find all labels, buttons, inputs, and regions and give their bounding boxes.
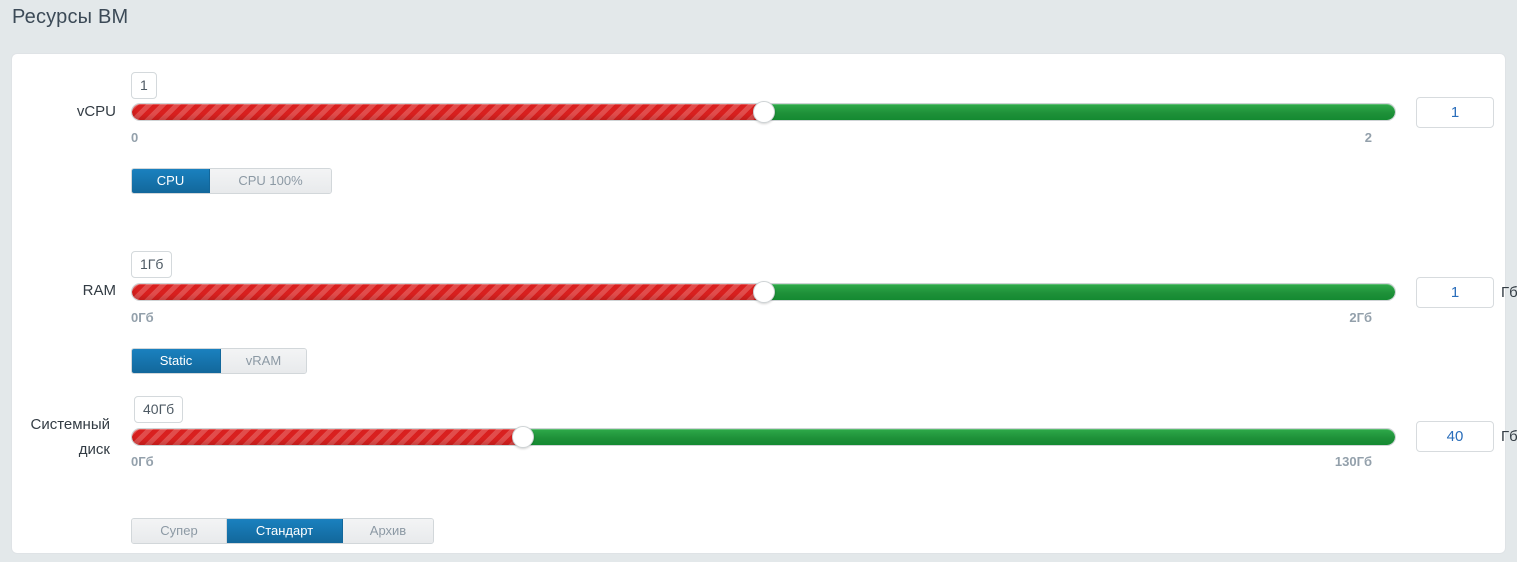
ram-slider-handle[interactable] [752, 281, 775, 303]
system-disk-label: Системный диск [30, 416, 110, 458]
ram-slider-fill-free [763, 284, 1395, 300]
system-disk-mode-super[interactable]: Супер [132, 519, 227, 543]
ram-label: RAM [82, 282, 116, 299]
vcpu-tick-max: 2 [1364, 130, 1372, 145]
vcpu-mode-cpu-100[interactable]: CPU 100% [210, 169, 331, 193]
system-disk-slider[interactable] [131, 426, 1396, 448]
system-disk-slider-fill-free [523, 429, 1395, 445]
ram-tick-max: 2Гб [1349, 310, 1372, 325]
system-disk-tick-max: 130Гб [1334, 454, 1372, 469]
system-disk-mode-standard[interactable]: Стандарт [227, 519, 343, 543]
vcpu-slider-fill-used [132, 104, 764, 120]
ram-slider[interactable] [131, 281, 1396, 303]
vcpu-slider-fill-free [763, 104, 1395, 120]
ram-mode-vram[interactable]: vRAM [221, 349, 306, 373]
ram-slider-fill-used [132, 284, 764, 300]
ram-tooltip: 1Гб [131, 251, 173, 278]
vcpu-tooltip: 1 [131, 72, 157, 99]
system-disk-mode-archive[interactable]: Архив [343, 519, 433, 543]
vcpu-value-input[interactable] [1416, 97, 1494, 128]
vcpu-slider[interactable] [131, 101, 1396, 123]
system-disk-unit: Гб [1501, 428, 1517, 445]
ram-value-input[interactable] [1416, 277, 1494, 308]
system-disk-slider-handle[interactable] [512, 426, 535, 448]
vcpu-mode-cpu[interactable]: CPU [132, 169, 210, 193]
system-disk-slider-track[interactable] [131, 428, 1396, 446]
system-disk-mode-buttons[interactable]: Супер Стандарт Архив [131, 518, 434, 544]
vcpu-label: vCPU [76, 103, 116, 120]
ram-unit: Гб [1501, 284, 1517, 301]
page-title: Ресурсы ВМ [12, 6, 129, 28]
vcpu-slider-handle[interactable] [752, 101, 775, 123]
ram-mode-buttons[interactable]: Static vRAM [131, 348, 307, 374]
system-disk-tooltip: 40Гб [134, 396, 184, 423]
ram-tick-min: 0Гб [131, 310, 154, 325]
system-disk-tick-min: 0Гб [131, 454, 154, 469]
ram-mode-static[interactable]: Static [132, 349, 221, 373]
vcpu-tick-min: 0 [131, 130, 139, 145]
system-disk-value-input[interactable] [1416, 421, 1494, 452]
system-disk-slider-fill-used [132, 429, 524, 445]
vcpu-mode-buttons[interactable]: CPU CPU 100% [131, 168, 332, 194]
vm-resources-panel: 1 vCPU 0 2 CPU CPU 100% 1Гб RAM 0Гб [11, 53, 1517, 554]
